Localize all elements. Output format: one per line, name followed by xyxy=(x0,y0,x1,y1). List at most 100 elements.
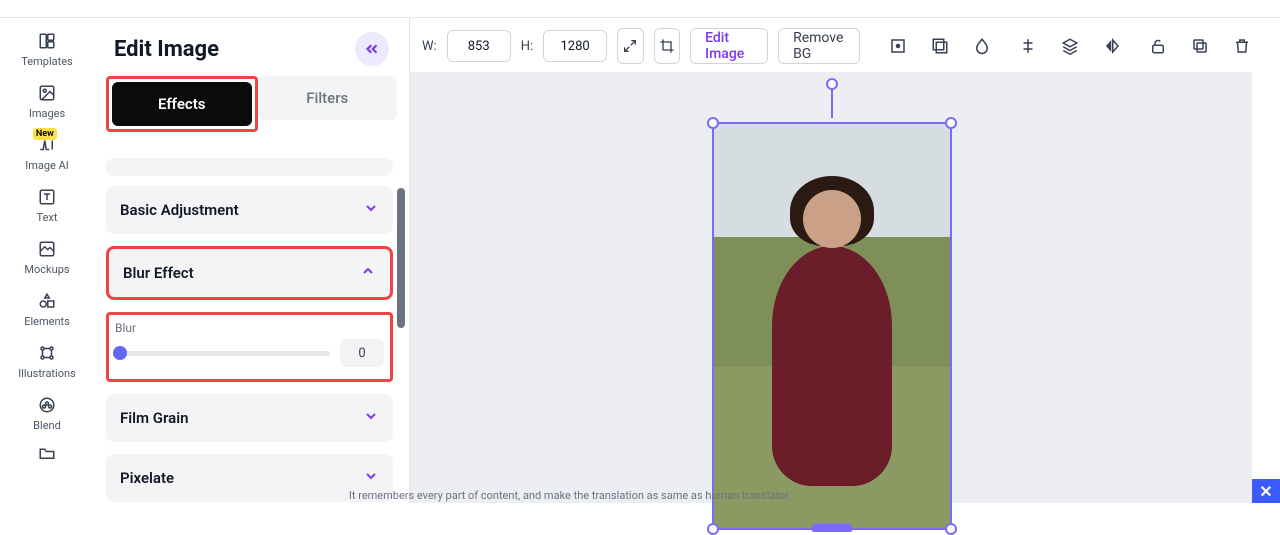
chevron-down-icon xyxy=(363,408,379,428)
align-icon xyxy=(1019,37,1037,55)
duplicate-button[interactable] xyxy=(1182,28,1218,64)
scrollbar-thumb[interactable] xyxy=(397,188,405,328)
accordion-basic-adjustment[interactable]: Basic Adjustment xyxy=(106,186,393,234)
shadow-button[interactable] xyxy=(922,28,958,64)
toolbar-group-shape xyxy=(880,28,1000,64)
layers-icon xyxy=(1061,37,1079,55)
flip-button[interactable] xyxy=(1094,28,1130,64)
crop-button[interactable] xyxy=(654,28,681,64)
trash-icon xyxy=(1233,37,1251,55)
rotation-handle[interactable] xyxy=(826,78,838,90)
rail-label: Text xyxy=(37,211,58,224)
height-label: H: xyxy=(521,39,533,54)
rail-item-more[interactable] xyxy=(36,442,58,464)
frame-button[interactable] xyxy=(880,28,916,64)
duplicate-icon xyxy=(1191,37,1209,55)
toolbar-group-actions xyxy=(1140,28,1260,64)
canvas[interactable] xyxy=(410,72,1252,503)
photo-head xyxy=(803,190,861,248)
left-tool-rail: Templates Images New Image AI Text Mocku… xyxy=(0,18,94,503)
droplet-button[interactable] xyxy=(964,28,1000,64)
delete-button[interactable] xyxy=(1224,28,1260,64)
close-banner-button[interactable]: ✕ xyxy=(1252,479,1280,503)
resize-handle-tl[interactable] xyxy=(707,117,719,129)
edit-image-button[interactable]: Edit Image xyxy=(690,28,768,64)
resize-handle-br[interactable] xyxy=(945,523,957,535)
rail-label: Templates xyxy=(21,55,72,68)
width-input[interactable] xyxy=(447,30,511,62)
resize-handle-bl[interactable] xyxy=(707,523,719,535)
rail-label: Illustrations xyxy=(18,367,75,380)
accordion-title: Pixelate xyxy=(120,469,174,487)
flip-icon xyxy=(1103,37,1121,55)
accordion-film-grain[interactable]: Film Grain xyxy=(106,394,393,442)
rail-item-images[interactable]: Images xyxy=(29,82,65,120)
rail-item-templates[interactable]: Templates xyxy=(21,30,72,68)
folder-icon xyxy=(36,442,58,464)
mockups-icon xyxy=(36,238,58,260)
rail-item-blend[interactable]: Blend xyxy=(33,394,61,432)
align-button[interactable] xyxy=(1010,28,1046,64)
layers-button[interactable] xyxy=(1052,28,1088,64)
rail-item-mockups[interactable]: Mockups xyxy=(24,238,69,276)
scrollbar-track[interactable] xyxy=(397,158,405,503)
tab-row: Effects Filters xyxy=(94,76,409,132)
blur-slider-block: Blur 0 xyxy=(106,312,393,382)
droplet-icon xyxy=(973,37,991,55)
accordion-title: Blur Effect xyxy=(123,264,194,282)
new-badge: New xyxy=(33,128,57,140)
rail-item-image-ai[interactable]: New Image AI xyxy=(25,134,69,172)
accordion-title: Film Grain xyxy=(120,409,189,427)
blur-slider[interactable] xyxy=(115,351,330,356)
rail-label: Mockups xyxy=(24,263,69,276)
tab-effects[interactable]: Effects xyxy=(112,82,252,126)
footer-snippet: It remembers every part of content, and … xyxy=(200,489,940,503)
panel-title: Edit Image xyxy=(114,37,219,62)
frame-icon xyxy=(889,37,907,55)
elements-icon xyxy=(36,290,58,312)
photo-subject xyxy=(772,246,892,486)
resize-handle-tr[interactable] xyxy=(945,117,957,129)
remove-bg-button[interactable]: Remove BG xyxy=(778,28,860,64)
rail-item-illustrations[interactable]: Illustrations xyxy=(18,342,75,380)
lock-button[interactable] xyxy=(1140,28,1176,64)
section-spacer xyxy=(106,158,393,176)
toolbar-group-arrange xyxy=(1010,28,1130,64)
chevrons-left-icon xyxy=(363,40,381,58)
rail-label: Elements xyxy=(24,315,70,328)
selection-box[interactable] xyxy=(712,122,952,530)
chevron-down-icon xyxy=(363,468,379,488)
blur-value[interactable]: 0 xyxy=(340,339,384,367)
rail-item-text[interactable]: Text xyxy=(36,186,58,224)
rail-label: Image AI xyxy=(25,159,69,172)
selected-image[interactable] xyxy=(714,124,950,528)
blend-icon xyxy=(36,394,58,416)
width-label: W: xyxy=(422,39,437,54)
accordion-title: Basic Adjustment xyxy=(120,201,239,219)
expand-button[interactable] xyxy=(617,28,644,64)
shadow-icon xyxy=(931,37,949,55)
accordion-blur-effect[interactable]: Blur Effect xyxy=(106,246,393,300)
text-icon xyxy=(36,186,58,208)
expand-icon xyxy=(622,38,638,54)
context-toolbar: W: H: Edit Image Remove BG xyxy=(422,24,1260,68)
bottom-handle[interactable] xyxy=(812,524,852,532)
top-rail xyxy=(0,0,1280,18)
unlock-icon xyxy=(1149,37,1167,55)
rail-label: Images xyxy=(29,107,65,120)
slider-thumb[interactable] xyxy=(113,346,127,360)
collapse-panel-button[interactable] xyxy=(355,32,389,66)
rail-label: Blend xyxy=(33,419,61,432)
height-input[interactable] xyxy=(543,30,607,62)
chevron-down-icon xyxy=(363,200,379,220)
illustrations-icon xyxy=(36,342,58,364)
templates-icon xyxy=(36,30,58,52)
rail-item-elements[interactable]: Elements xyxy=(24,290,70,328)
chevron-up-icon xyxy=(360,263,376,283)
edit-image-panel: Edit Image Effects Filters Basic Adjustm… xyxy=(94,18,410,503)
tab-filters[interactable]: Filters xyxy=(258,76,398,120)
panel-scroll: Basic Adjustment Blur Effect Blur 0 Film… xyxy=(94,158,409,503)
images-icon xyxy=(36,82,58,104)
slider-label: Blur xyxy=(115,321,384,335)
crop-icon xyxy=(659,38,675,54)
